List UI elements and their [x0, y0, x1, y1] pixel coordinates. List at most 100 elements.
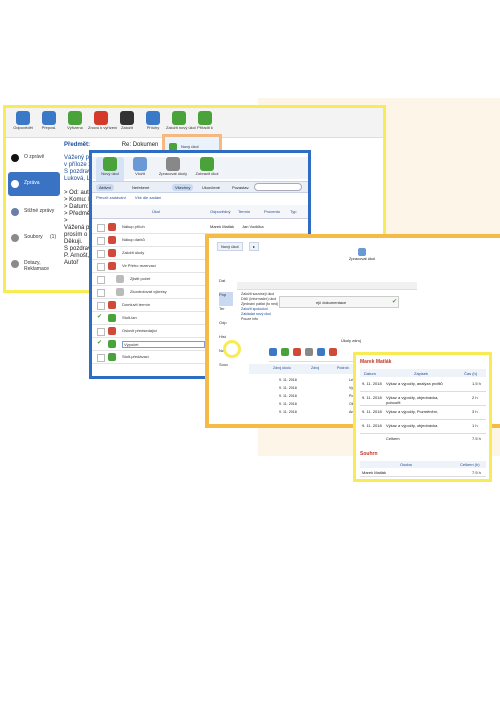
highlight-circle: [223, 340, 241, 358]
assign-icon: [198, 111, 212, 125]
filter-active[interactable]: Aktivní: [96, 184, 115, 191]
table-row[interactable]: 9. 11. 2018 Výkaz a výpočty, objednávka 1 …: [360, 421, 486, 434]
check-icon[interactable]: ✔: [97, 313, 103, 320]
col-due[interactable]: Termín: [238, 209, 250, 214]
paperclip-icon: [146, 111, 160, 125]
check-icon: ✔: [392, 299, 398, 305]
file-button[interactable]: Založit: [114, 111, 140, 137]
task-icon: [108, 353, 116, 361]
sidebar-item-message[interactable]: Zpráva: [8, 172, 60, 196]
reopen-icon: [94, 111, 108, 125]
format-toolbar[interactable]: [237, 282, 417, 290]
table-row[interactable]: Nákup příloh Marek Matlák Jan Vodička: [92, 221, 308, 234]
claims-icon: [11, 260, 19, 268]
forward-icon: [42, 111, 56, 125]
task-search-input[interactable]: [254, 183, 302, 191]
filter-paused[interactable]: Pozastav.: [232, 185, 249, 190]
tab-secondary[interactable]: ▸: [249, 242, 260, 251]
tab-by-assignment[interactable]: Vše dle zadání: [135, 195, 161, 200]
report-header: Datum Zápisek Čas (h): [360, 369, 486, 377]
attach-icon: [269, 348, 277, 356]
files-icon: [11, 234, 19, 242]
checkbox[interactable]: [97, 302, 105, 310]
print-icon: [305, 348, 313, 356]
detail-sidebar: Dat Pop Ter Odp Hist Nav Souv: [219, 278, 233, 398]
detail-nav-item[interactable]: Dat: [219, 278, 233, 292]
tasks-insert-button[interactable]: Vložit: [126, 157, 154, 183]
at-icon: [11, 180, 19, 188]
tab-take-over[interactable]: Převzít zadávání: [96, 195, 126, 200]
summary-header: Osoba Celkem (h): [360, 461, 486, 468]
tag-chip[interactable]: ejč dokumentace ✔: [279, 296, 399, 308]
view-icon: [200, 157, 214, 171]
tasks-view-button[interactable]: Zobrazit úkol: [192, 157, 222, 183]
task-icon: [108, 249, 116, 257]
flag-icon: [329, 348, 337, 356]
download-icon: [281, 348, 289, 356]
col-owner[interactable]: Odpovědný: [210, 209, 230, 214]
new-task-label: Nový úkol: [181, 144, 199, 149]
detail-table-title: Úkoly zdroj: [341, 338, 361, 343]
time-report-panel: Marek Matlák Datum Zápisek Čas (h) 9. 11…: [353, 352, 492, 482]
task-icon: [108, 314, 116, 322]
checkbox[interactable]: [97, 237, 105, 245]
task-icon: [108, 327, 116, 335]
checkbox[interactable]: [97, 224, 105, 232]
binder-icon: [120, 111, 134, 125]
task-tabs: Převzít zadávání Vše dle zadání: [96, 195, 161, 200]
menu-item[interactable]: Pouze info: [241, 317, 301, 322]
col-percent[interactable]: Procento: [264, 209, 280, 214]
table-row[interactable]: 9. 11. 2018 Výkaz a výpočty, analýza prof…: [360, 379, 486, 392]
check-icon[interactable]: ✔: [97, 339, 103, 346]
table-row[interactable]: 9. 11. 2018 Výkaz a výpočty, objednávka, …: [360, 393, 486, 406]
task-icon: [108, 340, 116, 348]
filter-finished[interactable]: Ukončené: [202, 185, 220, 190]
detail-nav-item[interactable]: Odp: [219, 320, 233, 334]
table-row[interactable]: Marek Matlák 7.5 h: [360, 469, 486, 477]
col-type[interactable]: Typ: [290, 209, 296, 214]
checkbox[interactable]: [97, 354, 105, 362]
process-task-button[interactable]: Zpracovat úkol: [347, 248, 377, 261]
sidebar-item-files[interactable]: Soubory (1): [8, 226, 60, 250]
new-task-icon: [103, 157, 117, 171]
tasks-process-button[interactable]: Zpracovat úkoly: [156, 157, 190, 183]
process-icon: [358, 248, 366, 256]
task-table-header: Úkol Odpovědný Termín Procento Typ: [92, 205, 308, 219]
tasks-new-button[interactable]: Nový úkol: [96, 157, 124, 183]
new-task-icon: [172, 111, 186, 125]
done-button[interactable]: Vyřízeno: [62, 111, 88, 137]
checkbox[interactable]: [97, 328, 105, 336]
forward-button[interactable]: Přeposl.: [36, 111, 62, 137]
mail-sidebar: O zprávě Zpráva Stížné zprávy Soubory (1)…: [6, 142, 62, 290]
detail-nav-item[interactable]: Pop: [219, 292, 233, 306]
task-icon: [116, 275, 124, 283]
task-toolbar: Nový úkol Vložit Zpracovat úkoly Zobrazi…: [92, 157, 308, 183]
table-row[interactable]: 9. 11. 2018 Výkaz a výpočty, Pozměnění, 3 …: [360, 407, 486, 420]
subject-row: Předmět: Re: Dokumen: [64, 142, 159, 148]
task-icon: [108, 223, 116, 231]
filter-all[interactable]: Všechny: [172, 184, 194, 191]
tab-new-task[interactable]: Nový úkol: [217, 242, 243, 251]
delete-icon: [293, 348, 301, 356]
sidebar-item-claims[interactable]: Dotazy, Reklamace: [8, 252, 60, 286]
checkbox[interactable]: [97, 289, 105, 297]
detail-nav-item[interactable]: Ter: [219, 306, 233, 320]
report-person: Marek Matlák: [360, 359, 392, 365]
detail-nav-item[interactable]: Souv: [219, 362, 233, 376]
task-icon: [116, 288, 124, 296]
check-icon: [68, 111, 82, 125]
due-cell: Jan Vodička: [242, 224, 264, 229]
about-icon: [11, 154, 19, 162]
col-task[interactable]: Úkol: [152, 209, 160, 214]
sidebar-item-about[interactable]: O zprávě: [8, 146, 60, 170]
checkbox[interactable]: [97, 263, 105, 271]
share-icon: [317, 348, 325, 356]
checkbox[interactable]: [97, 250, 105, 258]
sidebar-item-complaints[interactable]: Stížné zprávy: [8, 200, 60, 224]
checkbox[interactable]: [97, 276, 105, 284]
reply-button[interactable]: Odpovědět: [10, 111, 36, 137]
process-icon: [166, 157, 180, 171]
reopen-button[interactable]: Znovu k vyřízení: [88, 111, 117, 137]
filter-unsolved[interactable]: Neřešené: [132, 185, 149, 190]
task-icon: [108, 236, 116, 244]
